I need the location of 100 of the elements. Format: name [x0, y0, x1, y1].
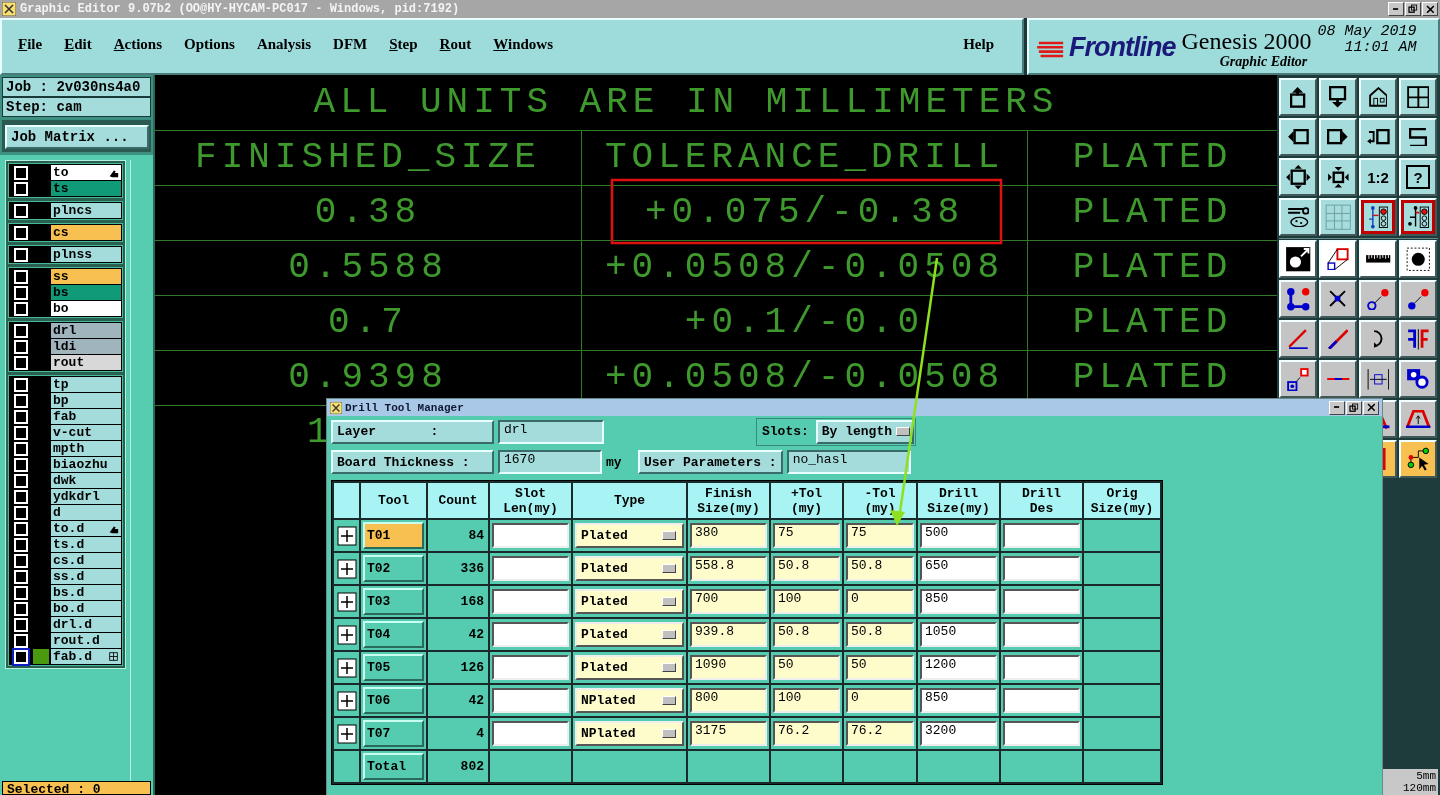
parameters-field[interactable]: no_hasl [786, 450, 911, 474]
layer-checkbox[interactable] [14, 355, 28, 370]
job-matrix-button[interactable]: Job Matrix ... [5, 125, 149, 149]
expand-icon[interactable] [336, 690, 357, 711]
layer-item[interactable]: fab [51, 409, 121, 424]
input-field[interactable]: 76.2 [773, 721, 840, 746]
layer-checkbox[interactable] [14, 409, 28, 424]
input-field[interactable]: 558.8 [690, 556, 767, 581]
menu-item[interactable]: Step [381, 36, 426, 57]
expand-icon[interactable] [336, 657, 357, 678]
thickness-field[interactable]: 1670 [498, 450, 602, 474]
layer-item[interactable]: biaozhu [51, 457, 121, 472]
input-field[interactable]: 3175 [690, 721, 767, 746]
input-field[interactable]: 50.8 [773, 556, 840, 581]
input-field[interactable]: 1090 [690, 655, 767, 680]
input-field[interactable]: 1200 [920, 655, 997, 680]
layer-item[interactable]: plnss [51, 247, 121, 262]
toolbar-button[interactable] [1359, 78, 1397, 116]
layer-item[interactable]: d [51, 505, 121, 520]
input-field[interactable]: 800 [690, 688, 767, 713]
layer-checkbox[interactable] [14, 225, 28, 240]
layer-field[interactable]: drl [498, 419, 604, 444]
input-field[interactable] [1003, 589, 1080, 614]
maximize-button[interactable] [1346, 400, 1362, 415]
menu-item[interactable]: Actions [105, 36, 171, 57]
toolbar-button[interactable] [1279, 198, 1317, 236]
maximize-button[interactable] [1405, 2, 1421, 16]
type-dropdown[interactable]: Plated [575, 622, 684, 647]
layer-item[interactable]: drl.d [51, 617, 121, 632]
layer-checkbox[interactable] [14, 269, 28, 284]
layer-checkbox[interactable] [14, 633, 28, 648]
toolbar-button[interactable] [1359, 198, 1397, 236]
tool-button[interactable]: T02 [363, 555, 424, 582]
layer-item[interactable]: bo.d [51, 601, 121, 616]
minimize-button[interactable] [1388, 2, 1404, 16]
layer-checkbox[interactable] [14, 617, 28, 632]
input-field[interactable]: 700 [690, 589, 767, 614]
expand-icon[interactable] [336, 723, 357, 744]
layer-checkbox[interactable] [14, 505, 28, 520]
layer-item[interactable]: v-cut [51, 425, 121, 440]
slots-dropdown[interactable]: By length [815, 419, 915, 444]
layer-item[interactable]: mpth [51, 441, 121, 456]
toolbar-button[interactable] [1319, 198, 1357, 236]
input-field[interactable]: 850 [920, 589, 997, 614]
input-field[interactable]: 75 [846, 523, 914, 548]
toolbar-button[interactable] [1319, 360, 1357, 398]
input-field[interactable] [492, 523, 569, 548]
toolbar-button[interactable] [1399, 360, 1437, 398]
layer-checkbox[interactable] [14, 537, 28, 552]
layer-item[interactable]: ss.d [51, 569, 121, 584]
tool-button[interactable]: T01 [363, 522, 424, 549]
layer-item[interactable]: to [51, 165, 121, 180]
input-field[interactable]: 50.8 [846, 556, 914, 581]
input-field[interactable] [492, 622, 569, 647]
layer-item[interactable]: ts.d [51, 537, 121, 552]
input-field[interactable] [492, 655, 569, 680]
toolbar-button[interactable] [1399, 400, 1437, 438]
layer-item[interactable]: tp [51, 377, 121, 392]
toolbar-button[interactable] [1279, 360, 1317, 398]
layer-checkbox[interactable] [14, 441, 28, 456]
layer-item[interactable]: to.d [51, 521, 121, 536]
input-field[interactable] [1003, 523, 1080, 548]
toolbar-button[interactable] [1279, 280, 1317, 318]
input-field[interactable]: 50 [846, 655, 914, 680]
input-field[interactable]: 50.8 [773, 622, 840, 647]
toolbar-button[interactable] [1279, 320, 1317, 358]
toolbar-button[interactable] [1399, 118, 1437, 156]
toolbar-button[interactable] [1359, 360, 1397, 398]
tool-button[interactable]: T04 [363, 621, 424, 648]
input-field[interactable]: 380 [690, 523, 767, 548]
toolbar-button[interactable] [1319, 158, 1357, 196]
toolbar-button[interactable] [1359, 280, 1397, 318]
layer-item[interactable]: plncs [51, 203, 121, 218]
toolbar-button[interactable] [1399, 198, 1437, 236]
menu-item[interactable]: Analysis [248, 36, 320, 57]
input-field[interactable]: 50 [773, 655, 840, 680]
layer-checkbox[interactable] [14, 301, 28, 316]
user-parameters-button[interactable]: User Parameters : [638, 450, 783, 474]
toolbar-button[interactable] [1399, 280, 1437, 318]
tool-button[interactable]: T07 [363, 720, 424, 747]
type-dropdown[interactable]: Plated [575, 655, 684, 680]
layer-item[interactable]: cs [51, 225, 121, 240]
toolbar-button[interactable] [1399, 440, 1437, 478]
menu-item[interactable]: DFM [325, 36, 376, 57]
layer-checkbox[interactable] [14, 425, 28, 440]
toolbar-button[interactable] [1319, 118, 1357, 156]
layer-checkbox[interactable] [14, 601, 28, 616]
layer-checkbox[interactable] [14, 165, 28, 180]
type-dropdown[interactable]: NPlated [575, 721, 684, 746]
expand-icon[interactable] [336, 525, 357, 546]
menu-item[interactable]: Edit [56, 36, 100, 57]
input-field[interactable]: 650 [920, 556, 997, 581]
input-field[interactable]: 850 [920, 688, 997, 713]
menu-item[interactable]: Options [176, 36, 243, 57]
layer-item[interactable]: ldi [51, 339, 121, 354]
toolbar-button[interactable] [1279, 78, 1317, 116]
layer-checkbox[interactable] [14, 569, 28, 584]
layer-checkbox[interactable] [14, 339, 28, 354]
layer-item[interactable]: fab.d [51, 649, 121, 664]
layer-checkbox[interactable] [14, 649, 28, 664]
